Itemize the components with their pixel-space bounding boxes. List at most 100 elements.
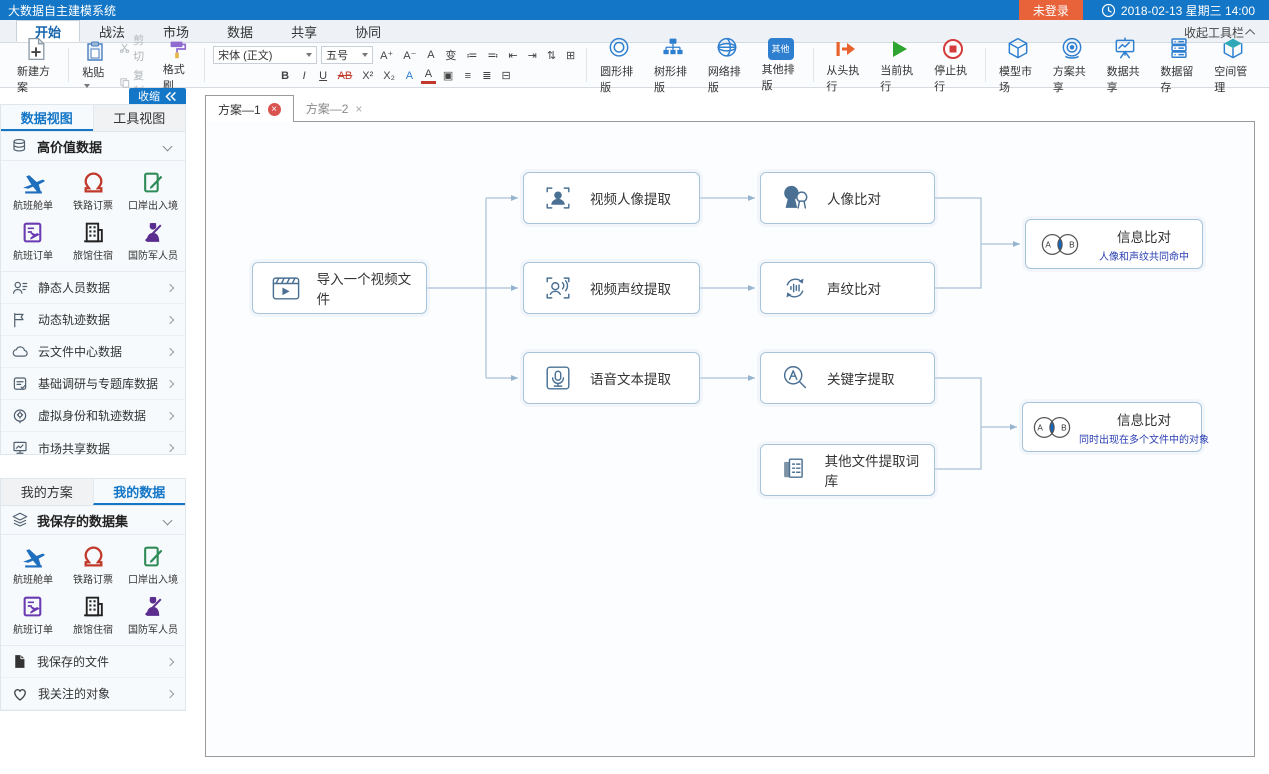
font-style-button[interactable]: B — [278, 69, 293, 83]
font-style-button[interactable]: ⇤ — [505, 48, 520, 63]
font-style-button[interactable]: X² — [359, 69, 376, 83]
tab-data-view[interactable]: 数据视图 — [1, 105, 93, 131]
ribbon-tab-data[interactable]: 数据 — [208, 20, 272, 42]
node-info-compare-1[interactable]: AB 信息比对 人像和声纹共同命中 — [1025, 219, 1203, 269]
font-style-button[interactable]: ⊟ — [499, 68, 514, 83]
run-from-start-button[interactable]: 从头执行 — [821, 37, 869, 94]
font-style-button[interactable]: ≡ — [460, 69, 475, 83]
sidebar-collapse-button[interactable]: 收缩 — [129, 88, 186, 104]
font-style-button[interactable]: ≣ — [479, 68, 494, 83]
tab-my-data[interactable]: 我的数据 — [93, 479, 186, 505]
font-style-button[interactable]: A⁺ — [377, 48, 396, 63]
canvas-tab-plan-1[interactable]: 方案—1 — [205, 95, 294, 122]
scissors-icon — [119, 41, 130, 54]
font-name-select[interactable]: 宋体 (正文) — [213, 46, 317, 64]
chevron-right-icon — [166, 379, 174, 387]
dataset-flight-order[interactable]: 航班订单 — [3, 589, 63, 639]
font-style-button[interactable]: ▣ — [440, 68, 456, 83]
category-dynamic-track[interactable]: 动态轨迹数据 — [1, 304, 185, 336]
model-market-label: 模型市场 — [999, 63, 1037, 95]
font-style-button[interactable]: A — [423, 48, 438, 62]
soldier-icon — [141, 594, 166, 619]
datetime-text: 2018-02-13 星期三 14:00 — [1121, 2, 1255, 19]
node-voiceprint-extract[interactable]: 视频声纹提取 — [523, 262, 700, 314]
node-face-extract[interactable]: 视频人像提取 — [523, 172, 700, 224]
ribbon-tab-collab[interactable]: 协同 — [336, 20, 400, 42]
dataset-rail-ticket[interactable]: 铁路订票 — [63, 165, 123, 215]
tab-my-plans[interactable]: 我的方案 — [1, 479, 93, 505]
font-size-select[interactable]: 五号 — [321, 46, 373, 64]
network-layout-button[interactable]: 网络排版 — [703, 36, 751, 95]
node-other-files-lexicon[interactable]: 其他文件提取词库 — [760, 444, 935, 496]
font-style-button[interactable]: A — [421, 67, 436, 84]
run-current-button[interactable]: 当前执行 — [875, 37, 923, 94]
font-style-button[interactable]: I — [297, 69, 312, 83]
font-style-button[interactable]: X₂ — [380, 69, 398, 83]
category-virtual-identity[interactable]: 虚拟身份和轨迹数据 — [1, 400, 185, 432]
circle-layout-button[interactable]: 圆形排版 — [595, 36, 643, 95]
run-from-start-icon — [833, 37, 857, 61]
plan-share-button[interactable]: 方案共享 — [1048, 36, 1096, 95]
high-value-data-header[interactable]: 高价值数据 — [1, 132, 185, 161]
font-style-button[interactable]: U — [316, 69, 331, 83]
stop-run-button[interactable]: 停止执行 — [929, 37, 977, 94]
dataset-flight-manifest[interactable]: 航班舱单 — [3, 165, 63, 215]
font-style-button[interactable]: A — [402, 69, 417, 83]
font-style-button[interactable]: ⊞ — [563, 48, 578, 63]
data-share-button[interactable]: 数据共享 — [1102, 36, 1150, 95]
dataset-flight-order[interactable]: 航班订单 — [3, 215, 63, 265]
my-followed-objects-row[interactable]: 我关注的对象 — [1, 678, 185, 710]
node-speech-to-text[interactable]: 语音文本提取 — [523, 352, 700, 404]
dataset-military-personnel[interactable]: 国防军人员 — [123, 589, 183, 639]
saved-datasets-header[interactable]: 我保存的数据集 — [1, 506, 185, 535]
font-style-row-2: BIU ABX² X₂ AA ▣ ≡ ≣ ⊟ — [278, 67, 514, 84]
close-tab-icon[interactable] — [355, 102, 362, 116]
dataset-hotel-stay[interactable]: 旅馆住宿 — [63, 589, 123, 639]
font-style-button[interactable]: 变 — [442, 46, 459, 64]
tab-tool-view[interactable]: 工具视图 — [93, 105, 186, 131]
category-cloud-files[interactable]: 云文件中心数据 — [1, 336, 185, 368]
space-manage-button[interactable]: 空间管理 — [1209, 36, 1257, 95]
dataset-hotel-stay[interactable]: 旅馆住宿 — [63, 215, 123, 265]
format-painter-button[interactable]: 格式刷 — [158, 38, 196, 93]
category-market-share[interactable]: 市场共享数据 — [1, 432, 185, 464]
border-document-icon — [141, 170, 166, 195]
my-saved-files-row[interactable]: 我保存的文件 — [1, 646, 185, 678]
font-style-button[interactable]: A⁻ — [400, 48, 419, 63]
dataset-flight-manifest[interactable]: 航班舱单 — [3, 539, 63, 589]
dataset-military-personnel[interactable]: 国防军人员 — [123, 215, 183, 265]
font-style-button[interactable]: ≕ — [484, 48, 501, 63]
font-style-button[interactable]: ⇅ — [544, 48, 559, 63]
canvas-tab-plan-2[interactable]: 方案—2 — [294, 95, 375, 122]
category-survey-library[interactable]: 基础调研与专题库数据 — [1, 368, 185, 400]
node-keyword-extract[interactable]: 关键字提取 — [760, 352, 935, 404]
node-face-compare[interactable]: 人像比对 — [760, 172, 935, 224]
cut-button[interactable]: 剪切 — [119, 32, 152, 64]
node-import-video[interactable]: 导入一个视频文件 — [252, 262, 427, 314]
dataset-border-entry[interactable]: 口岸出入境 — [123, 539, 183, 589]
high-value-data-label: 高价值数据 — [37, 137, 102, 156]
font-style-button[interactable]: ≔ — [463, 48, 480, 63]
close-tab-icon[interactable] — [268, 103, 281, 116]
node-info-compare-2[interactable]: AB 信息比对 同时出现在多个文件中的对象 — [1022, 402, 1202, 452]
documents-icon — [776, 452, 812, 488]
play-icon — [887, 37, 911, 61]
data-retention-button[interactable]: 数据留存 — [1155, 36, 1203, 95]
model-market-button[interactable]: 模型市场 — [994, 36, 1042, 95]
dataset-border-entry[interactable]: 口岸出入境 — [123, 165, 183, 215]
ribbon-tab-share[interactable]: 共享 — [272, 20, 336, 42]
tree-layout-button[interactable]: 树形排版 — [649, 36, 697, 95]
font-style-button[interactable]: AB — [335, 69, 356, 83]
paste-button[interactable]: 粘贴 — [77, 39, 113, 92]
dataset-rail-ticket[interactable]: 铁路订票 — [63, 539, 123, 589]
database-icon — [11, 137, 29, 155]
flow-canvas[interactable]: 导入一个视频文件 视频人像提取 视频声纹提取 语音文本提取 人像比对 声纹比对 … — [205, 121, 1255, 757]
new-plan-button[interactable]: 新建方案 — [12, 36, 60, 95]
other-layout-button[interactable]: 其他 其他排版 — [757, 38, 805, 93]
titlebar: 大数据自主建模系统 未登录 2018-02-13 星期三 14:00 — [0, 0, 1269, 20]
stop-icon — [941, 37, 965, 61]
font-style-button[interactable]: ⇥ — [525, 48, 540, 63]
login-status-badge[interactable]: 未登录 — [1019, 0, 1083, 20]
category-static-personnel[interactable]: 静态人员数据 — [1, 272, 185, 304]
node-voiceprint-compare[interactable]: 声纹比对 — [760, 262, 935, 314]
